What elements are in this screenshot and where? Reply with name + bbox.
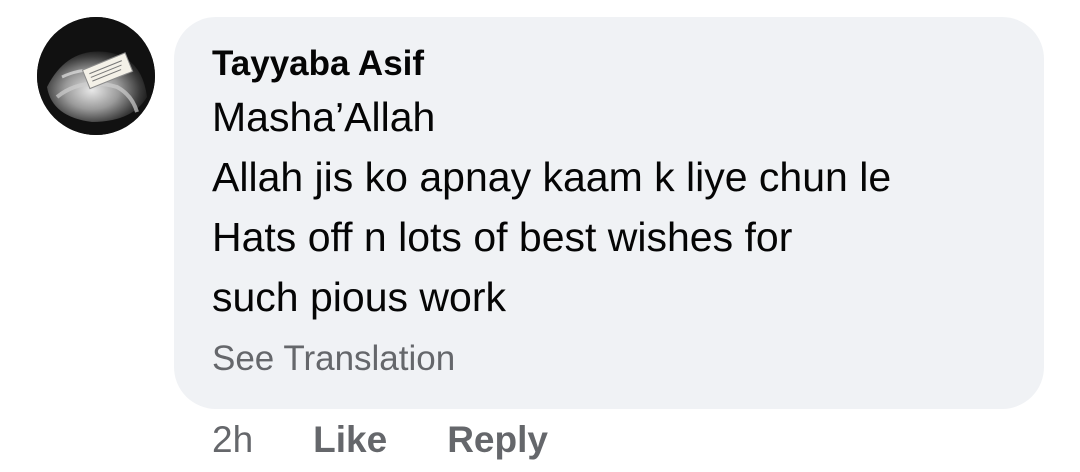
- comment-text-line: Allah jis ko apnay kaam k liye chun le: [212, 154, 892, 200]
- comment: Tayyaba Asif Masha’Allah Allah jis ko ap…: [0, 0, 1080, 472]
- comment-text-line: Masha’Allah: [212, 94, 436, 140]
- avatar[interactable]: [37, 17, 155, 135]
- avatar-image: [37, 17, 155, 135]
- comment-bubble: Tayyaba Asif Masha’Allah Allah jis ko ap…: [174, 17, 1044, 409]
- comment-timestamp[interactable]: 2h: [212, 419, 253, 461]
- comment-text-line: such pious work: [212, 274, 506, 320]
- see-translation-link[interactable]: See Translation: [212, 335, 1006, 383]
- like-button[interactable]: Like: [313, 419, 387, 461]
- reply-button[interactable]: Reply: [447, 419, 548, 461]
- comment-actions: 2h Like Reply: [212, 414, 548, 466]
- comment-text-line: Hats off n lots of best wishes for: [212, 214, 793, 260]
- comment-author[interactable]: Tayyaba Asif: [212, 41, 1006, 87]
